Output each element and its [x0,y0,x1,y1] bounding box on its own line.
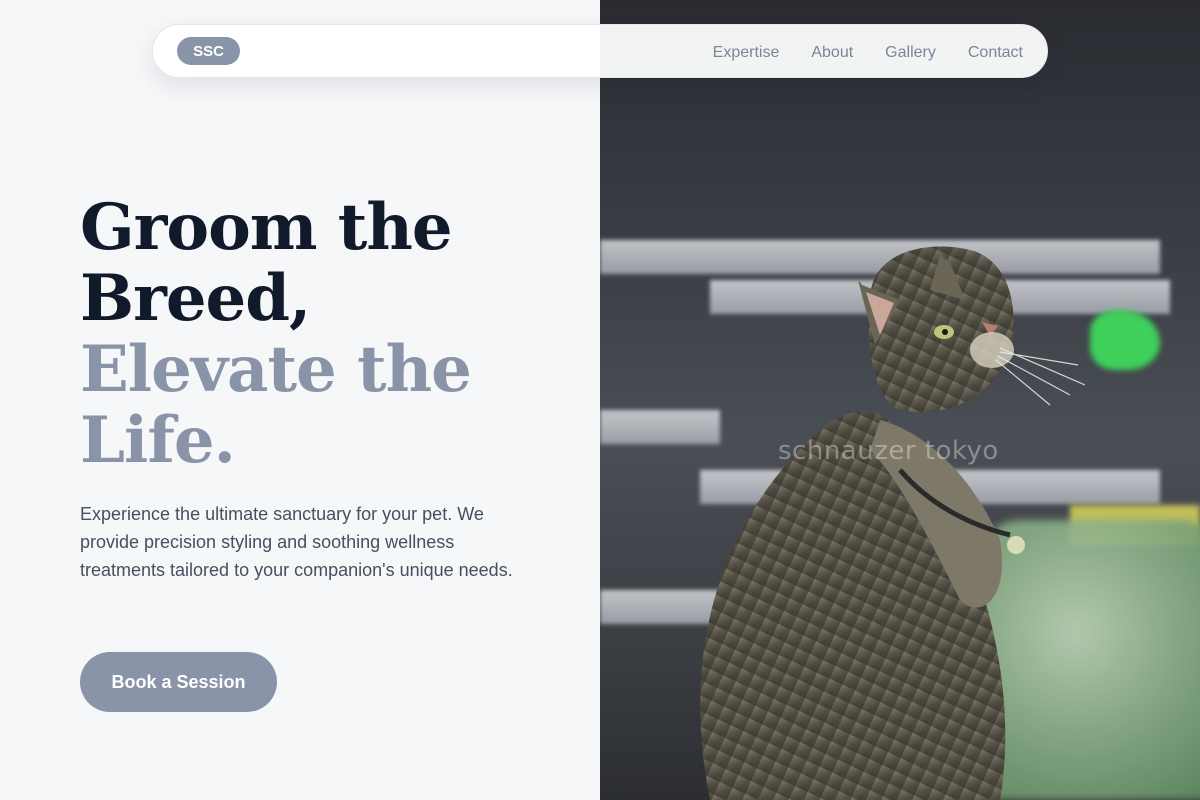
nav-item-gallery: Gallery [885,42,936,62]
hero-headline: Groom the Breed, Elevate the Life. [80,190,472,478]
logo[interactable]: SSC [177,37,240,65]
nav-link-contact[interactable]: Contact [968,44,1023,61]
headline-line-3: Elevate the [80,332,472,407]
cat-illustration [700,246,1086,800]
nav-item-expertise: Expertise [713,42,780,62]
nav-link-expertise[interactable]: Expertise [713,44,780,61]
headline-line-1: Groom the [80,190,453,265]
hero-image: schnauzer tokyo [600,0,1200,800]
nav-link-gallery[interactable]: Gallery [885,44,936,61]
image-watermark: schnauzer tokyo [778,436,999,466]
hero-description: Experience the ultimate sanctuary for yo… [80,504,513,580]
cat-muzzle [970,332,1014,368]
top-navbar: SSC Expertise About Gallery Contact [152,24,1048,78]
collar-bell [1007,536,1025,554]
nav-item-about: About [811,42,853,62]
hero-content-panel: Groom the Breed, Elevate the Life. Exper… [0,0,600,800]
cat-body [700,411,1006,800]
headline-line-4: Life. [80,403,236,478]
nav-item-contact: Contact [968,42,1023,62]
headline-line-2: Breed, [80,261,311,336]
nav-link-about[interactable]: About [811,44,853,61]
nav-links: Expertise About Gallery Contact [713,25,1023,79]
book-session-button[interactable]: Book a Session [80,652,277,712]
